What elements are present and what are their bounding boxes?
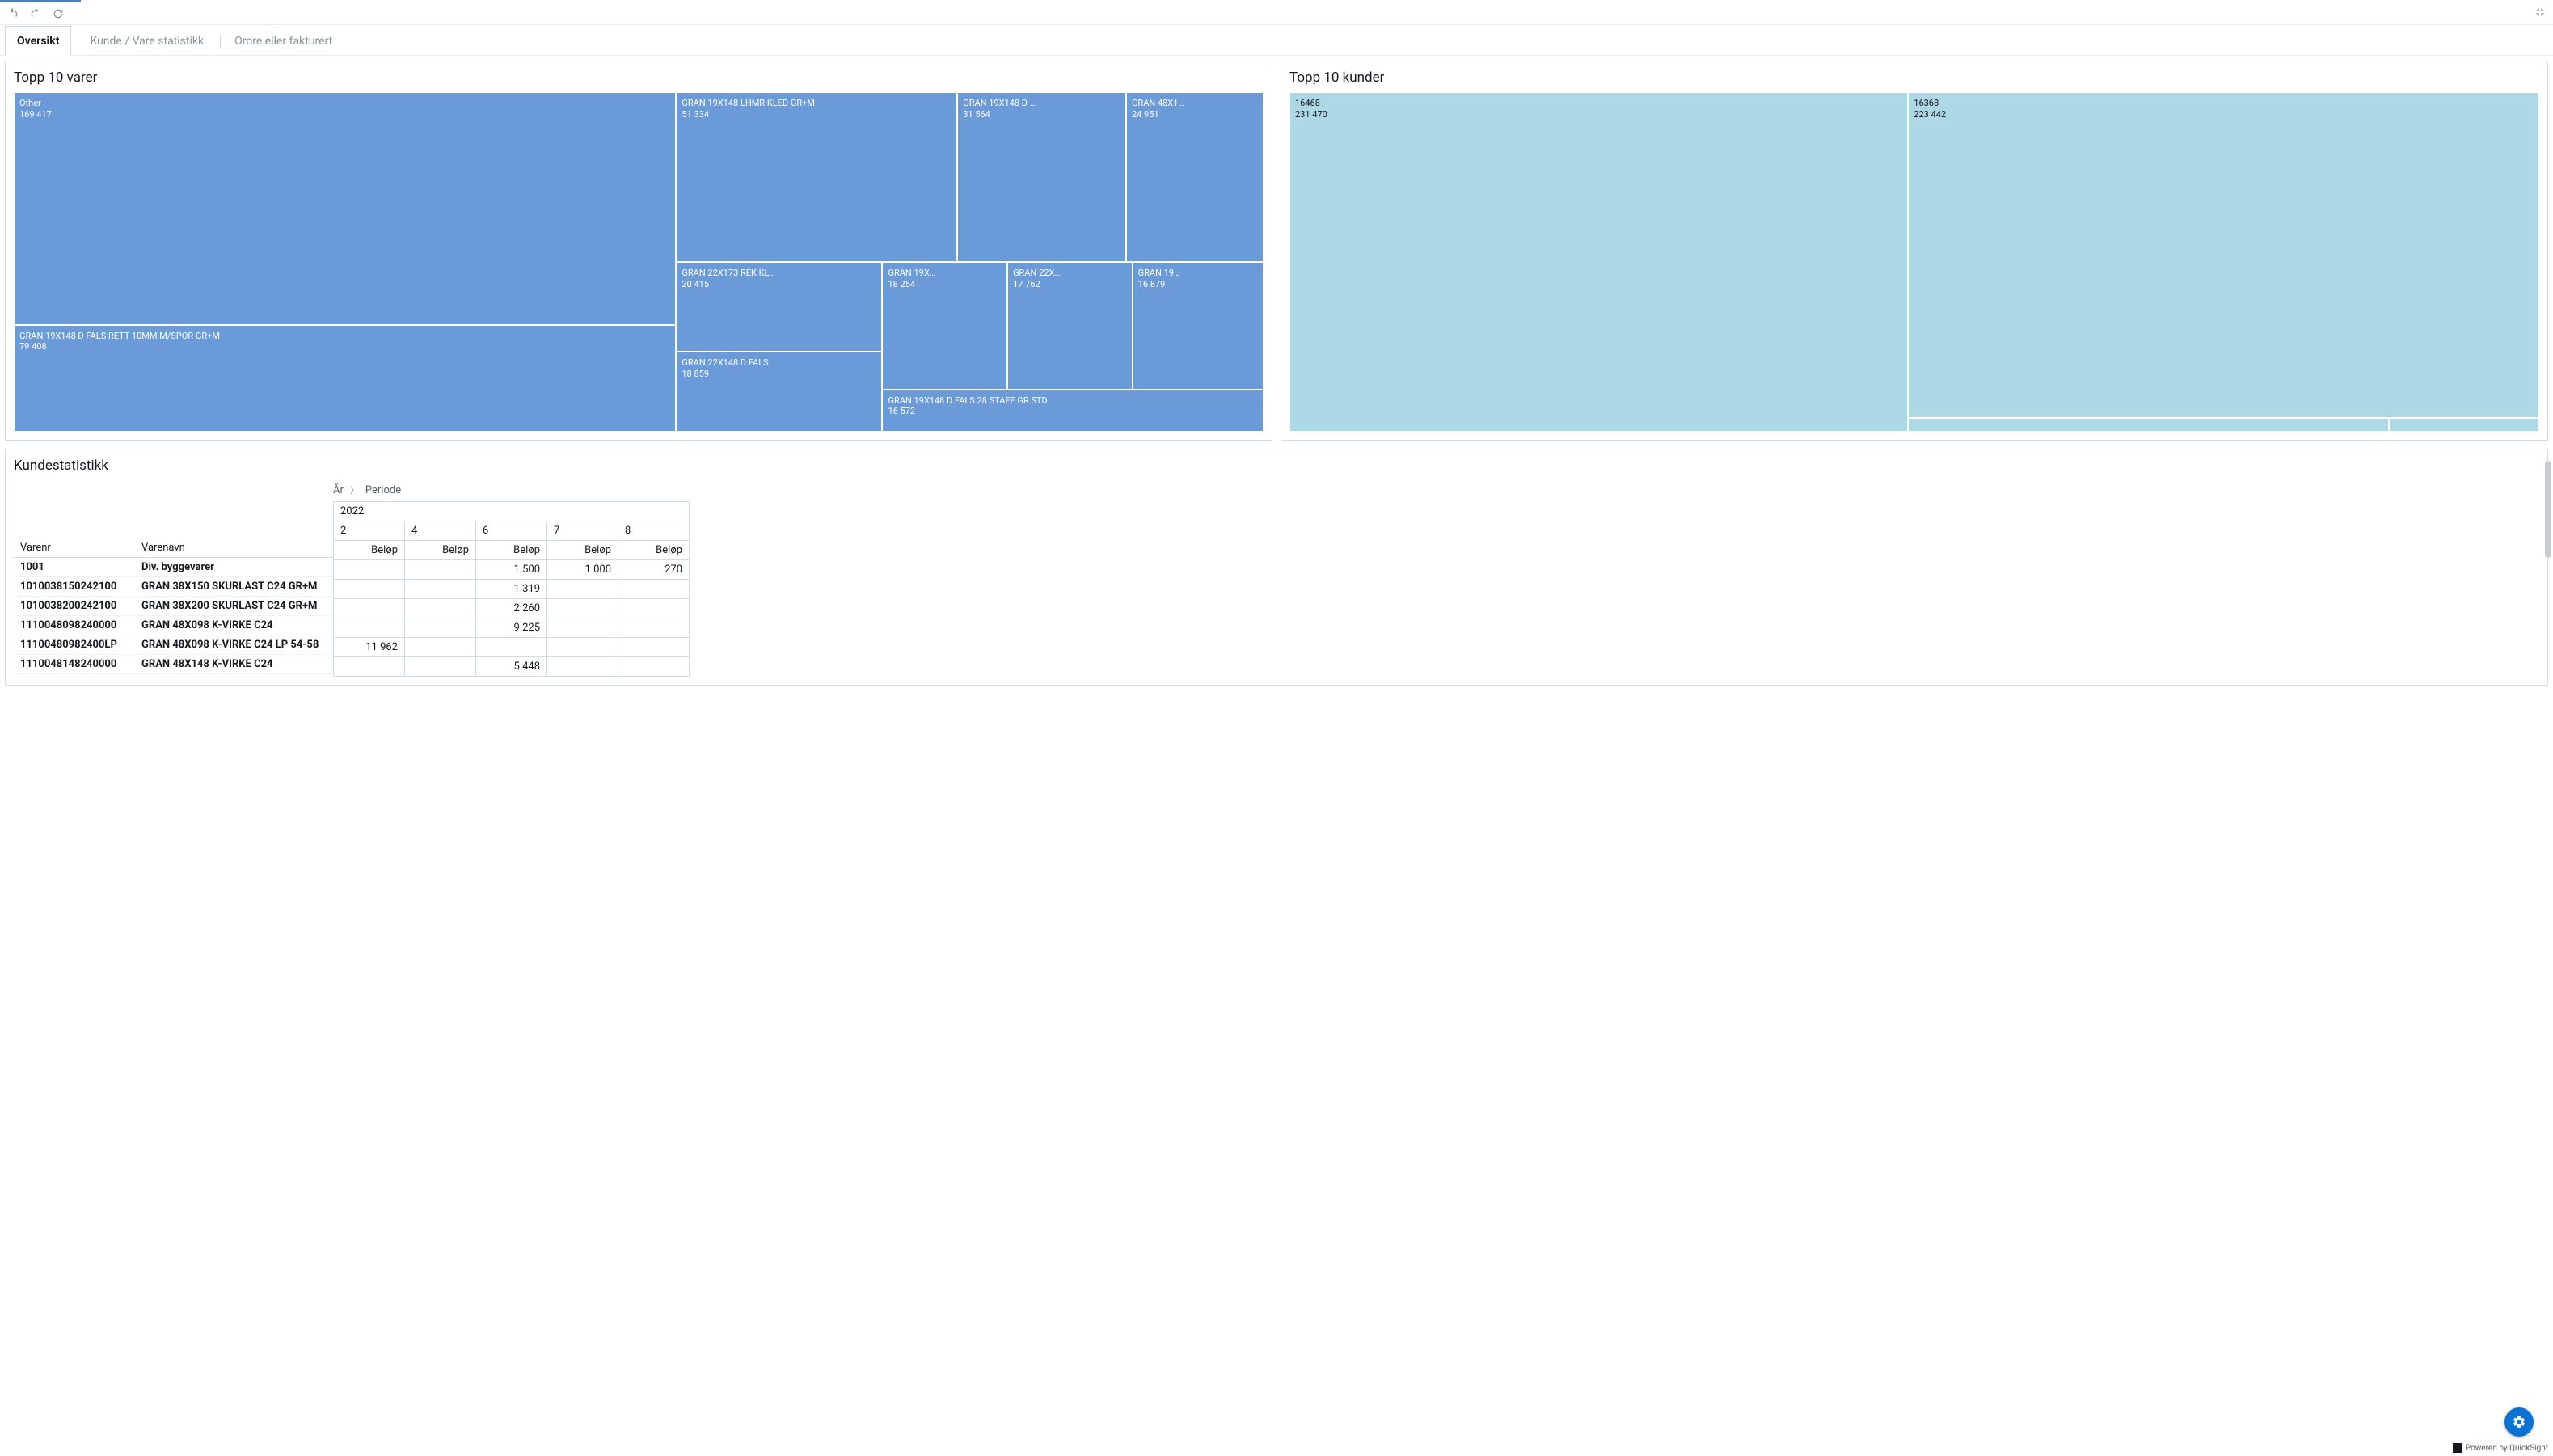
toolbar xyxy=(0,2,2553,25)
treemap-cell[interactable]: GRAN 48X1… 24 951 xyxy=(1126,92,1264,262)
cell-value[interactable] xyxy=(547,618,618,638)
treemap-cell[interactable] xyxy=(1908,418,2389,432)
col-belop[interactable]: Beløp xyxy=(618,541,690,560)
undo-icon[interactable] xyxy=(6,7,19,20)
cell-value[interactable] xyxy=(334,560,405,580)
cell-value[interactable] xyxy=(618,657,690,677)
scrollbar-thumb[interactable] xyxy=(2545,461,2551,558)
treemap-cell[interactable]: GRAN 19X148 D FALS 28 STAFF GR STD 16 57… xyxy=(882,390,1264,433)
cell-varenr[interactable]: 1010038150242100 xyxy=(14,577,135,597)
treemap-cell[interactable]: 16468 231 470 xyxy=(1289,92,1908,432)
cell-value[interactable] xyxy=(405,638,476,657)
chevron-right-icon: 〉 xyxy=(350,483,359,496)
treemap-cell[interactable]: GRAN 19X148 D FALS RETT 10MM M/SPOR GR+M… xyxy=(14,325,676,432)
cell-value[interactable] xyxy=(618,580,690,599)
treemap-cell[interactable]: Other 169 417 xyxy=(14,92,676,325)
col-belop[interactable]: Beløp xyxy=(405,541,476,560)
panel-topp-kunder: Topp 10 kunder 16468 231 470 16368 223 4… xyxy=(1281,61,2548,441)
cell-value[interactable]: 5 448 xyxy=(476,657,547,677)
cell-value[interactable] xyxy=(334,657,405,677)
cell-value[interactable] xyxy=(547,580,618,599)
col-belop[interactable]: Beløp xyxy=(547,541,618,560)
col-varenr[interactable]: Varenr xyxy=(14,538,135,558)
col-period[interactable]: 8 xyxy=(618,521,690,541)
tab-kunde-vare[interactable]: Kunde / Vare statistikk xyxy=(78,26,216,56)
gear-icon xyxy=(2512,1415,2526,1429)
cell-value[interactable] xyxy=(547,657,618,677)
treemap-cell[interactable]: GRAN 22X148 D FALS … 18 859 xyxy=(676,352,882,432)
cell-varenavn[interactable]: Div. byggevarer xyxy=(135,558,333,577)
panel-kundestatistikk: Kundestatistikk År 〉 Periode Varenr Vare… xyxy=(5,449,2548,686)
col-period[interactable]: 4 xyxy=(405,521,476,541)
cell-value[interactable] xyxy=(547,638,618,657)
tab-oversikt[interactable]: Oversikt xyxy=(5,26,71,56)
treemap-cell[interactable]: GRAN 19X148 LHMR KLED GR+M 51 334 xyxy=(676,92,957,262)
tab-ordre[interactable]: Ordre eller fakturert xyxy=(222,26,344,56)
treemap-cell[interactable]: GRAN 22X… 17 762 xyxy=(1007,262,1133,390)
cell-value[interactable] xyxy=(618,618,690,638)
cell-value[interactable]: 11 962 xyxy=(334,638,405,657)
cell-value[interactable]: 2 260 xyxy=(476,599,547,618)
cell-value[interactable] xyxy=(618,599,690,618)
panel-title: Topp 10 varer xyxy=(14,70,1264,86)
cell-value[interactable] xyxy=(405,580,476,599)
pivot-table[interactable]: 2022 2 4 6 7 8 Beløp Beløp Beløp Beløp xyxy=(333,501,690,677)
quicksight-logo-icon xyxy=(2453,1443,2462,1453)
cell-varenr[interactable]: 1110048148240000 xyxy=(14,655,135,674)
cell-value[interactable] xyxy=(405,560,476,580)
col-period[interactable]: 2 xyxy=(334,521,405,541)
cell-varenr[interactable]: 1010038200242100 xyxy=(14,597,135,616)
panel-topp-varer: Topp 10 varer Other 169 417 GRAN 19X148 … xyxy=(5,61,1272,441)
cell-value[interactable] xyxy=(476,638,547,657)
cell-varenavn[interactable]: GRAN 38X150 SKURLAST C24 GR+M xyxy=(135,577,333,597)
treemap-cell[interactable]: GRAN 19… 16 879 xyxy=(1133,262,1264,390)
reset-icon[interactable] xyxy=(52,7,65,20)
panel-title: Kundestatistikk xyxy=(14,458,2539,474)
cell-value[interactable] xyxy=(405,599,476,618)
treemap-cell[interactable]: GRAN 19X148 D … 31 564 xyxy=(957,92,1126,262)
cell-value[interactable]: 1 319 xyxy=(476,580,547,599)
panel-title: Topp 10 kunder xyxy=(1289,70,2539,86)
cell-value[interactable] xyxy=(618,638,690,657)
fullscreen-exit-icon[interactable] xyxy=(2534,6,2547,19)
cell-value[interactable] xyxy=(547,599,618,618)
powered-by: Powered by QuickSight xyxy=(2453,1443,2548,1453)
cell-value[interactable]: 1 500 xyxy=(476,560,547,580)
settings-fab[interactable] xyxy=(2504,1407,2534,1437)
cell-value[interactable] xyxy=(334,580,405,599)
cell-varenavn[interactable]: GRAN 48X098 K-VIRKE C24 LP 54-58 xyxy=(135,635,333,655)
pivot-rowheaders: Varenr Varenavn 1001Div. byggevarer10100… xyxy=(14,501,333,674)
tabs: Oversikt Kunde / Vare statistikk Ordre e… xyxy=(0,25,2553,56)
cell-value[interactable] xyxy=(405,657,476,677)
treemap-cell[interactable]: 16368 223 442 xyxy=(1908,92,2539,418)
cell-value[interactable] xyxy=(405,618,476,638)
treemap-cell[interactable] xyxy=(2389,418,2539,432)
cell-varenavn[interactable]: GRAN 48X098 K-VIRKE C24 xyxy=(135,616,333,635)
col-belop[interactable]: Beløp xyxy=(334,541,405,560)
treemap-varer[interactable]: Other 169 417 GRAN 19X148 D FALS RETT 10… xyxy=(14,92,1264,432)
col-varenavn[interactable]: Varenavn xyxy=(135,538,333,558)
col-belop[interactable]: Beløp xyxy=(476,541,547,560)
cell-value[interactable] xyxy=(334,618,405,638)
col-year[interactable]: 2022 xyxy=(334,502,690,521)
cell-value[interactable]: 1 000 xyxy=(547,560,618,580)
cell-varenr[interactable]: 1001 xyxy=(14,558,135,577)
cell-value[interactable] xyxy=(334,599,405,618)
breadcrumb: År 〉 Periode xyxy=(333,480,2539,501)
cell-varenavn[interactable]: GRAN 48X148 K-VIRKE C24 xyxy=(135,655,333,674)
cell-varenavn[interactable]: GRAN 38X200 SKURLAST C24 GR+M xyxy=(135,597,333,616)
col-period[interactable]: 6 xyxy=(476,521,547,541)
cell-value[interactable]: 270 xyxy=(618,560,690,580)
crumb-year[interactable]: År xyxy=(333,484,344,496)
cell-varenr[interactable]: 1110048098240000 xyxy=(14,616,135,635)
cell-varenr[interactable]: 11100480982400LP xyxy=(14,635,135,655)
crumb-period[interactable]: Periode xyxy=(365,484,401,496)
col-period[interactable]: 7 xyxy=(547,521,618,541)
cell-value[interactable]: 9 225 xyxy=(476,618,547,638)
treemap-kunder[interactable]: 16468 231 470 16368 223 442 xyxy=(1289,92,2539,432)
redo-icon[interactable] xyxy=(29,7,42,20)
treemap-cell[interactable]: GRAN 19X… 18 254 xyxy=(882,262,1007,390)
treemap-cell[interactable]: GRAN 22X173 REK KL… 20 415 xyxy=(676,262,882,352)
